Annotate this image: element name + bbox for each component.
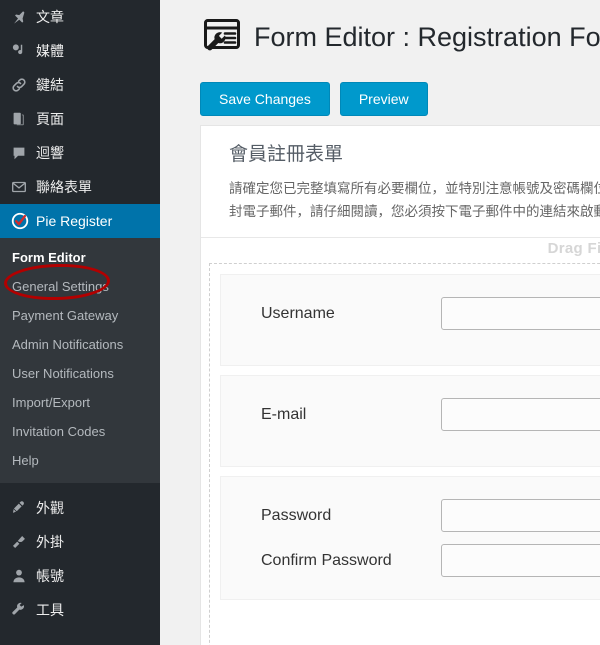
page-title: Form Editor : Registration Form [254,22,600,52]
save-changes-button[interactable]: Save Changes [200,82,330,116]
admin-sidebar: 文章 媒體 鍵結 頁面 迴響 聯絡表單 Pie Register Form Ed… [0,0,168,645]
comment-icon [10,143,36,163]
sidebar-item-posts[interactable]: 文章 [0,0,160,34]
field-row: Confirm Password [221,538,600,583]
submenu-item-import-export[interactable]: Import/Export [0,388,160,417]
field-label: Confirm Password [261,551,392,569]
sidebar-item-label: Pie Register [36,213,113,229]
wrench-icon [10,600,36,620]
field-label: Password [261,506,332,524]
field-label: Username [261,304,335,322]
sidebar-item-label: 迴響 [36,145,64,161]
sidebar-item-plugins[interactable]: 外掛 [0,525,160,559]
sidebar-item-label: 工具 [36,602,64,618]
field-row: E-mail [221,392,600,437]
page-icon [10,109,36,129]
sidebar-item-label: 帳號 [36,568,64,584]
sidebar-item-label: 文章 [36,9,64,25]
submenu-item-user-notifications[interactable]: User Notifications [0,359,160,388]
form-description-line-2: 封電子郵件，請仔細閱讀，您必須按下電子郵件中的連結來啟動您 [229,204,600,219]
sidebar-item-appearance[interactable]: 外觀 [0,491,160,525]
sidebar-item-label: 頁面 [36,111,64,127]
field-row: Username [221,291,600,336]
submenu-item-help[interactable]: Help [0,446,160,475]
sidebar-item-label: 外掛 [36,534,64,550]
field-drop-zone[interactable]: Username E-mail Password Confirm Passwor… [209,263,600,645]
field-label: E-mail [261,405,307,423]
submenu-item-payment-gateway[interactable]: Payment Gateway [0,301,160,330]
form-editor-panel: 會員註冊表單 請確定您已完整填寫所有必要欄位，並特別注意帳號及密碼欄位是 封電子… [200,125,600,645]
email-input[interactable] [441,398,600,431]
sidebar-item-tools[interactable]: 工具 [0,593,160,627]
media-icon [10,41,36,61]
form-description: 請確定您已完整填寫所有必要欄位，並特別注意帳號及密碼欄位是 封電子郵件，請仔細閱… [229,177,600,223]
sidebar-item-pages[interactable]: 頁面 [0,102,160,136]
sidebar-item-label: 聯絡表單 [36,179,92,195]
sidebar-item-links[interactable]: 鍵結 [0,68,160,102]
form-heading: 會員註冊表單 [229,144,344,165]
action-button-bar: Save Changes Preview [160,62,600,116]
link-icon [10,75,36,95]
sidebar-item-contact-form[interactable]: 聯絡表單 [0,170,160,204]
sidebar-item-comments[interactable]: 迴響 [0,136,160,170]
sidebar-item-label: 外觀 [36,500,64,516]
sidebar-item-users[interactable]: 帳號 [0,559,160,593]
pie-register-submenu: Form Editor General Settings Payment Gat… [0,238,160,483]
preview-button[interactable]: Preview [339,82,428,116]
submenu-item-general-settings[interactable]: General Settings [0,272,160,301]
drag-field-label: Drag Field [547,240,600,257]
drag-field-area: Drag Field Username E-mail [201,237,600,645]
username-input[interactable] [441,297,600,330]
brush-icon [10,498,36,518]
submenu-item-invitation-codes[interactable]: Invitation Codes [0,417,160,446]
sidebar-item-label: 媒體 [36,43,64,59]
envelope-icon [10,177,36,197]
submenu-item-admin-notifications[interactable]: Admin Notifications [0,330,160,359]
field-card-email[interactable]: E-mail [220,375,600,467]
main-content: Form Editor : Registration Form Save Cha… [160,0,600,645]
sidebar-item-label: 鍵結 [36,77,64,93]
field-row: Password [221,493,600,538]
password-input[interactable] [441,499,600,532]
sidebar-item-pie-register[interactable]: Pie Register [0,204,168,238]
form-description-line-1: 請確定您已完整填寫所有必要欄位，並特別注意帳號及密碼欄位是 [229,181,600,196]
sidebar-divider [0,483,160,491]
field-card-username[interactable]: Username [220,274,600,366]
user-icon [10,566,36,586]
admin-screen: 文章 媒體 鍵結 頁面 迴響 聯絡表單 Pie Register Form Ed… [0,0,600,645]
page-header: Form Editor : Registration Form [160,0,600,62]
sidebar-item-media[interactable]: 媒體 [0,34,160,68]
form-wrench-icon [198,16,244,58]
confirm-password-input[interactable] [441,544,600,577]
pin-icon [10,7,36,27]
plug-icon [10,532,36,552]
check-circle-icon [10,211,36,231]
field-card-password[interactable]: Password Confirm Password [220,476,600,600]
submenu-item-form-editor[interactable]: Form Editor [0,243,160,272]
form-intro: 會員註冊表單 請確定您已完整填寫所有必要欄位，並特別注意帳號及密碼欄位是 封電子… [201,126,600,237]
